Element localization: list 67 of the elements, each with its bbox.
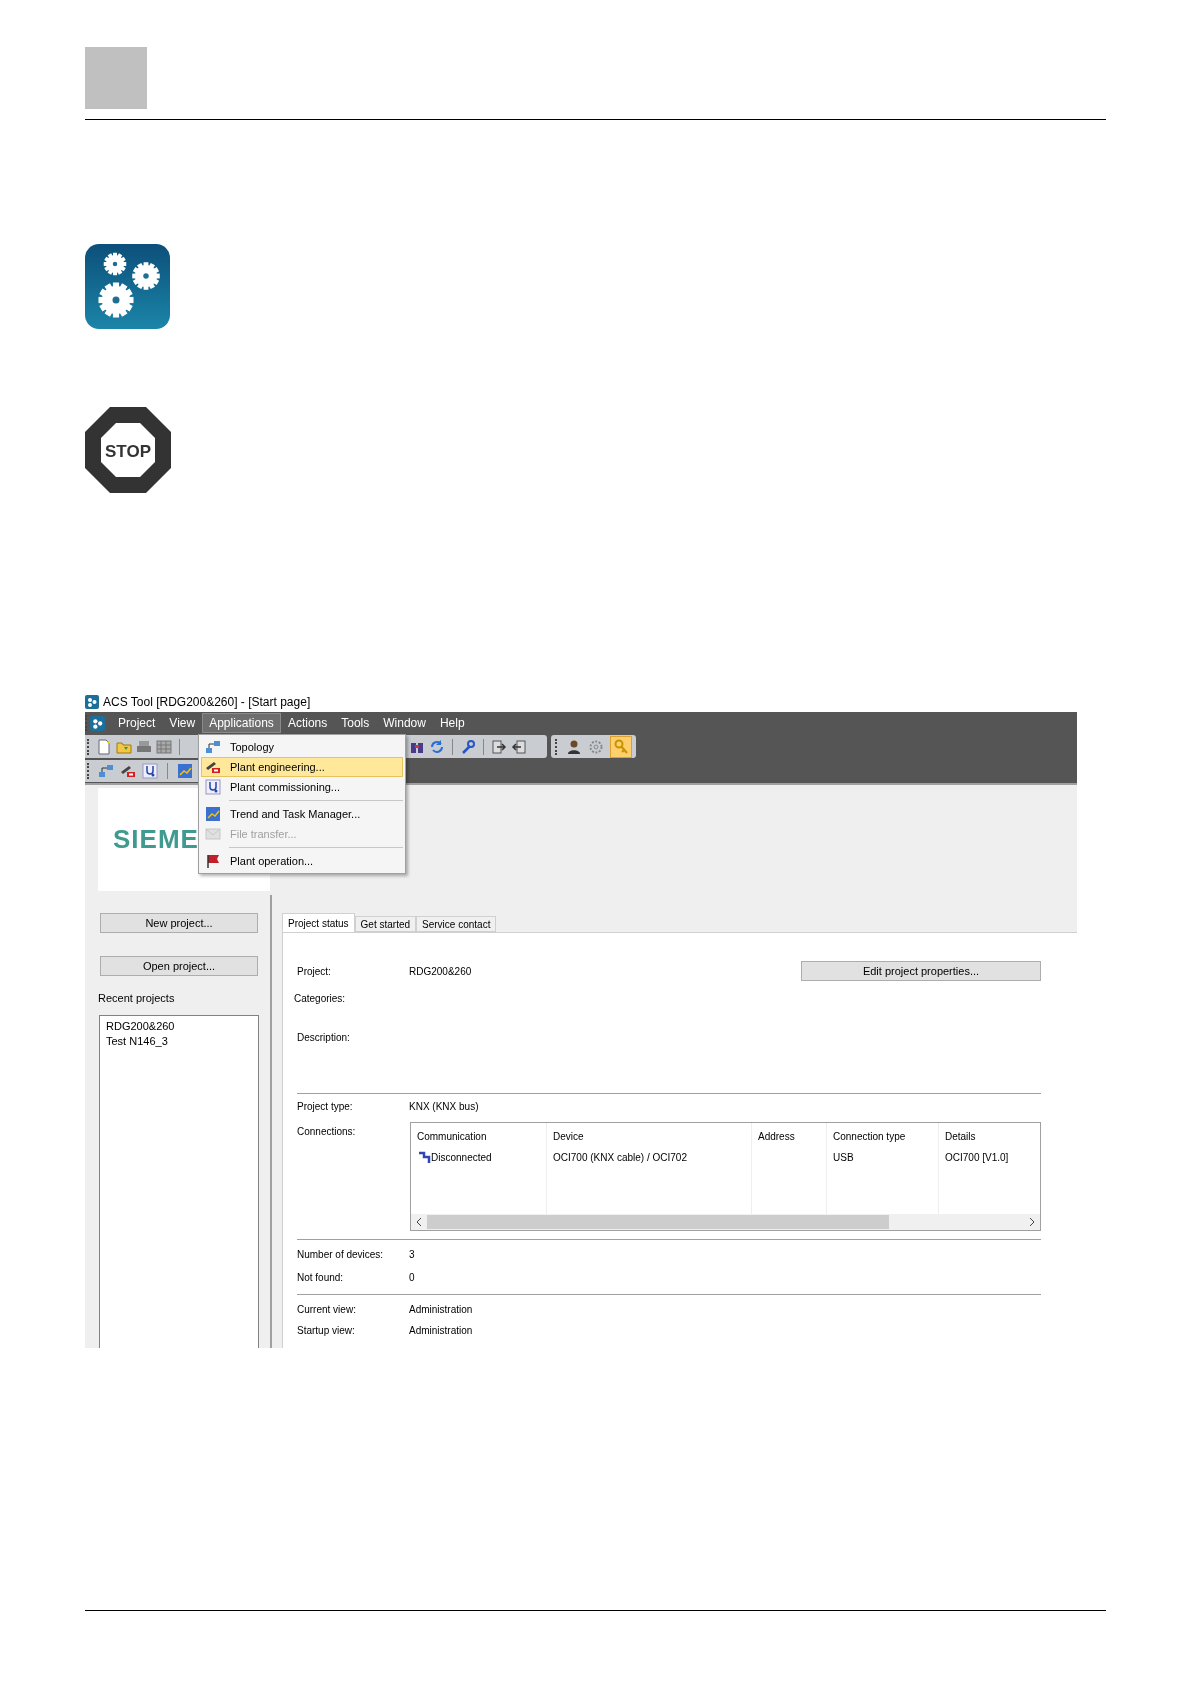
column-header[interactable]: Address bbox=[758, 1129, 826, 1144]
menu-entry[interactable]: Plant operation... bbox=[201, 851, 403, 871]
refresh-icon[interactable] bbox=[429, 738, 445, 755]
flag-icon[interactable] bbox=[205, 853, 221, 869]
tab[interactable]: Get started bbox=[354, 916, 417, 932]
new-file-icon[interactable] bbox=[96, 738, 112, 755]
field-label: Startup view: bbox=[297, 1324, 356, 1338]
section-label: Recent projects bbox=[98, 991, 176, 1006]
column-header[interactable]: Device bbox=[553, 1129, 751, 1144]
field-label: Project type: bbox=[297, 1100, 354, 1114]
field-value: 3 bbox=[409, 1248, 415, 1262]
menu-item[interactable]: Applications bbox=[202, 713, 281, 733]
table-cell-text: Disconnected bbox=[431, 1151, 492, 1165]
gears-icon bbox=[85, 244, 170, 329]
push-button[interactable]: New project... bbox=[100, 913, 258, 933]
chart-icon[interactable] bbox=[205, 806, 221, 822]
field-value: KNX (KNX bus) bbox=[409, 1100, 479, 1114]
field-label: Project: bbox=[297, 964, 332, 979]
grid-icon[interactable] bbox=[156, 738, 172, 755]
user-icon[interactable] bbox=[566, 738, 582, 755]
menu-entry[interactable]: Plant engineering... bbox=[201, 757, 403, 777]
chart-icon[interactable] bbox=[177, 762, 193, 779]
import-icon[interactable] bbox=[511, 738, 527, 755]
menu-item[interactable]: Help bbox=[432, 713, 472, 733]
menu-item[interactable]: View bbox=[162, 713, 203, 733]
field-label: Number of devices: bbox=[297, 1248, 385, 1262]
push-button[interactable]: Open project... bbox=[100, 956, 258, 976]
field-label: Current view: bbox=[297, 1303, 357, 1317]
list-item[interactable]: Test N146_3 bbox=[106, 1033, 252, 1049]
table-cell-text: USB bbox=[833, 1151, 855, 1165]
menu-item[interactable]: Project bbox=[111, 713, 163, 733]
menu-item[interactable]: Window bbox=[376, 713, 433, 733]
field-label: Description: bbox=[297, 1031, 351, 1045]
tab[interactable]: Service contact bbox=[416, 916, 497, 932]
tab[interactable]: Project status bbox=[282, 913, 355, 932]
menu-entry[interactable]: Trend and Task Manager... bbox=[201, 804, 403, 824]
scroll-thumb[interactable] bbox=[427, 1215, 889, 1229]
field-label: Not found: bbox=[297, 1271, 345, 1285]
logo-text: SIEME bbox=[113, 823, 199, 856]
printer-icon[interactable] bbox=[136, 738, 152, 755]
table-cell-text: OCI700 (KNX cable) / OCI702 bbox=[553, 1151, 688, 1165]
export-icon[interactable] bbox=[491, 738, 507, 755]
push-button[interactable]: Edit project properties... bbox=[801, 961, 1041, 981]
topology-icon[interactable] bbox=[98, 762, 114, 779]
menu-item[interactable]: Tools bbox=[334, 713, 377, 733]
column-header[interactable]: Details bbox=[945, 1129, 1040, 1144]
field-value: Administration bbox=[409, 1303, 473, 1317]
menu-item[interactable]: Actions bbox=[280, 713, 335, 733]
field-label: Connections: bbox=[297, 1125, 357, 1139]
menu-entry[interactable]: Plant commissioning... bbox=[201, 777, 403, 797]
table-cell-text: OCI700 [V1.0] bbox=[945, 1151, 1010, 1165]
scrollbar[interactable] bbox=[411, 1214, 1040, 1230]
menu-entry[interactable]: Topology bbox=[201, 737, 403, 757]
window-title: ACS Tool [RDG200&260] - [Start page] bbox=[103, 694, 311, 711]
settings-icon[interactable] bbox=[588, 738, 604, 755]
column-header[interactable]: Communication bbox=[417, 1129, 546, 1144]
column-header[interactable]: Connection type bbox=[833, 1129, 938, 1144]
stop-sign-icon bbox=[85, 407, 171, 493]
list-item[interactable]: RDG200&260 bbox=[106, 1018, 252, 1034]
field-value: Administration bbox=[409, 1324, 473, 1338]
field-label: Categories: bbox=[294, 992, 347, 1006]
connector-icon bbox=[417, 1150, 431, 1165]
field-value: 0 bbox=[409, 1271, 415, 1285]
field-value: RDG200&260 bbox=[409, 964, 473, 979]
stop-label: STOP bbox=[105, 442, 151, 461]
chapter-block bbox=[85, 47, 147, 109]
app-menu-icon[interactable] bbox=[90, 715, 105, 731]
